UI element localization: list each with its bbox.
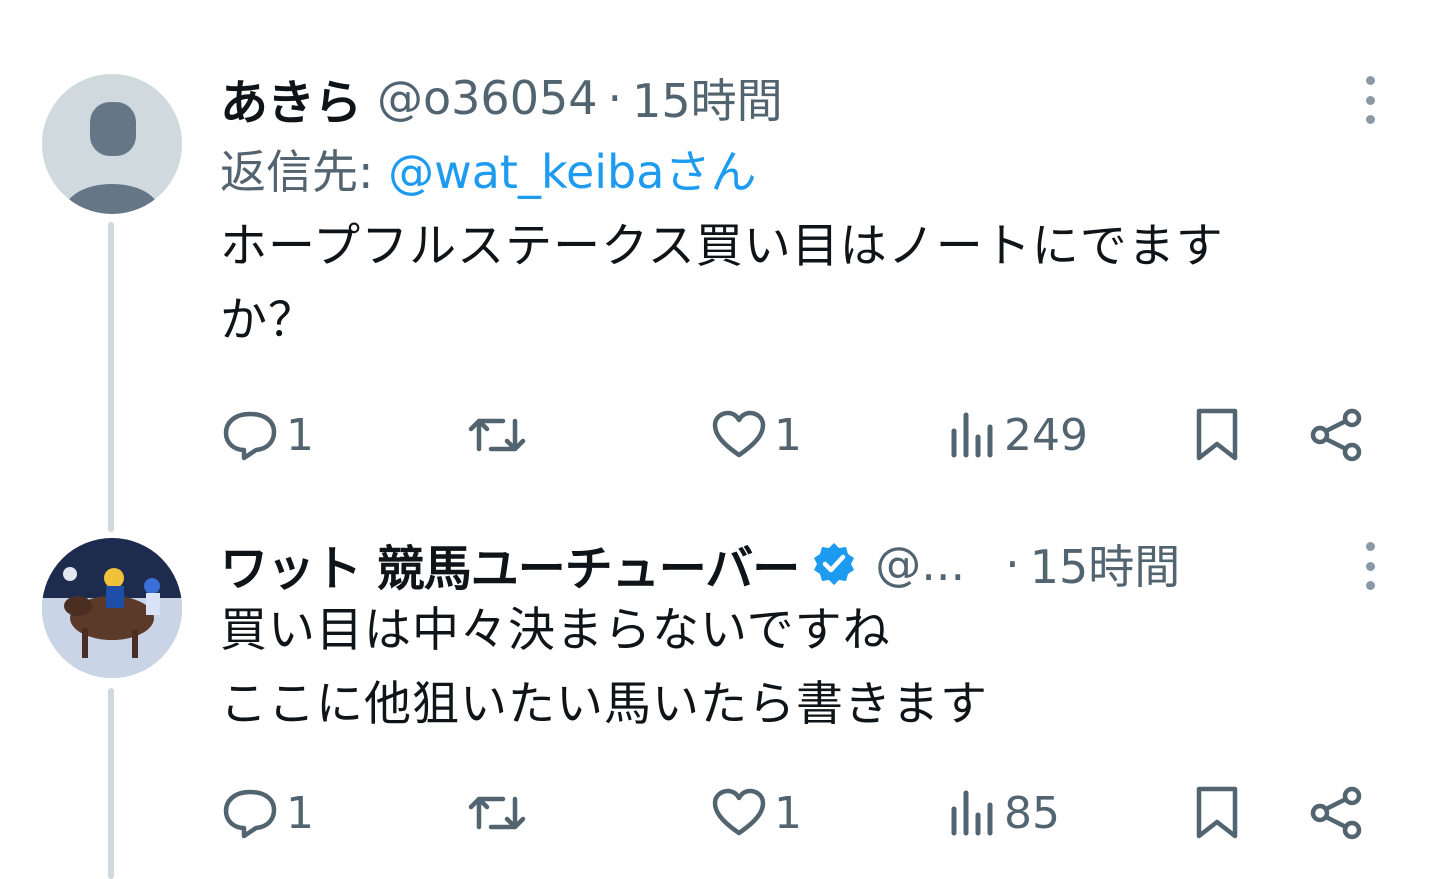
- view-count: 85: [1004, 787, 1060, 839]
- share-icon: [1310, 786, 1362, 840]
- share-button[interactable]: [1308, 778, 1364, 848]
- more-options-icon[interactable]: [1350, 76, 1390, 124]
- avatar[interactable]: [42, 538, 182, 678]
- tweet-text: 買い目は中々決まらないですね ここに他狙いたい馬いたら書きます: [220, 594, 1390, 742]
- bookmark-button[interactable]: [1192, 778, 1242, 848]
- tweet-actions: 1 1 249: [220, 400, 1390, 470]
- reply-to-line: 返信先: @wat_keibaさん: [220, 142, 1390, 202]
- verified-badge-icon: [814, 543, 855, 585]
- tweet-text-line: ホープフルステークス買い目はノートにでます: [220, 219, 1224, 274]
- like-count: 1: [774, 409, 802, 461]
- bookmark-icon: [1196, 786, 1238, 839]
- default-profile-icon: [42, 74, 182, 214]
- reply-count: 1: [286, 409, 314, 461]
- horse-racing-photo: [42, 538, 182, 678]
- handle[interactable]: @...: [875, 537, 965, 591]
- reply-to-label: 返信先:: [220, 145, 389, 199]
- timestamp[interactable]: 15時間: [632, 65, 783, 131]
- handle[interactable]: @o36054: [377, 71, 597, 125]
- retweet-button[interactable]: [465, 778, 535, 848]
- tweet[interactable]: ワット 競馬ユーチューバー @... · 15時間 買い目は中々決まらないですね…: [220, 534, 1390, 742]
- reply-icon: [223, 411, 277, 461]
- analytics-icon: [951, 790, 993, 836]
- retweet-icon: [468, 796, 526, 830]
- display-name[interactable]: ワット 競馬ユーチューバー: [220, 529, 800, 599]
- view-count: 249: [1004, 409, 1088, 461]
- like-button[interactable]: 1: [710, 778, 802, 848]
- heart-icon: [712, 788, 766, 836]
- reply-button[interactable]: 1: [220, 400, 314, 470]
- bookmark-button[interactable]: [1192, 400, 1242, 470]
- like-count: 1: [774, 787, 802, 839]
- reply-count: 1: [286, 787, 314, 839]
- display-name[interactable]: あきら: [220, 63, 362, 133]
- separator-dot: ·: [607, 71, 623, 125]
- more-options-icon[interactable]: [1350, 542, 1390, 590]
- like-button[interactable]: 1: [710, 400, 802, 470]
- tweet-text-line: ここに他狙いたい馬いたら書きます: [220, 677, 988, 732]
- tweet-header: ワット 競馬ユーチューバー @... · 15時間: [220, 531, 1390, 597]
- avatar[interactable]: [42, 74, 182, 214]
- tweet-text-line: 買い目は中々決まらないですね: [220, 603, 891, 658]
- analytics-icon: [951, 412, 993, 458]
- reply-mention-link[interactable]: @wat_keibaさん: [388, 145, 756, 199]
- tweet-actions: 1 1 85: [220, 778, 1390, 848]
- separator-dot: ·: [1005, 537, 1020, 591]
- tweet-text-line: か？: [220, 293, 316, 348]
- timestamp[interactable]: 15時間: [1030, 531, 1181, 597]
- tweet-text: ホープフルステークス買い目はノートにでます か？: [220, 210, 1390, 358]
- bookmark-icon: [1196, 408, 1238, 461]
- thread-line: [108, 688, 114, 879]
- views-button[interactable]: 85: [948, 778, 1060, 848]
- reply-button[interactable]: 1: [220, 778, 314, 848]
- share-button[interactable]: [1308, 400, 1364, 470]
- retweet-icon: [468, 418, 526, 452]
- views-button[interactable]: 249: [948, 400, 1088, 470]
- share-icon: [1310, 408, 1362, 462]
- thread-line: [108, 222, 114, 532]
- reply-icon: [223, 789, 277, 839]
- heart-icon: [712, 410, 766, 458]
- retweet-button[interactable]: [465, 400, 535, 470]
- tweet-header: あきら @o36054 · 15時間: [220, 65, 1390, 131]
- tweet[interactable]: あきら @o36054 · 15時間 返信先: @wat_keibaさん ホープ…: [220, 68, 1390, 358]
